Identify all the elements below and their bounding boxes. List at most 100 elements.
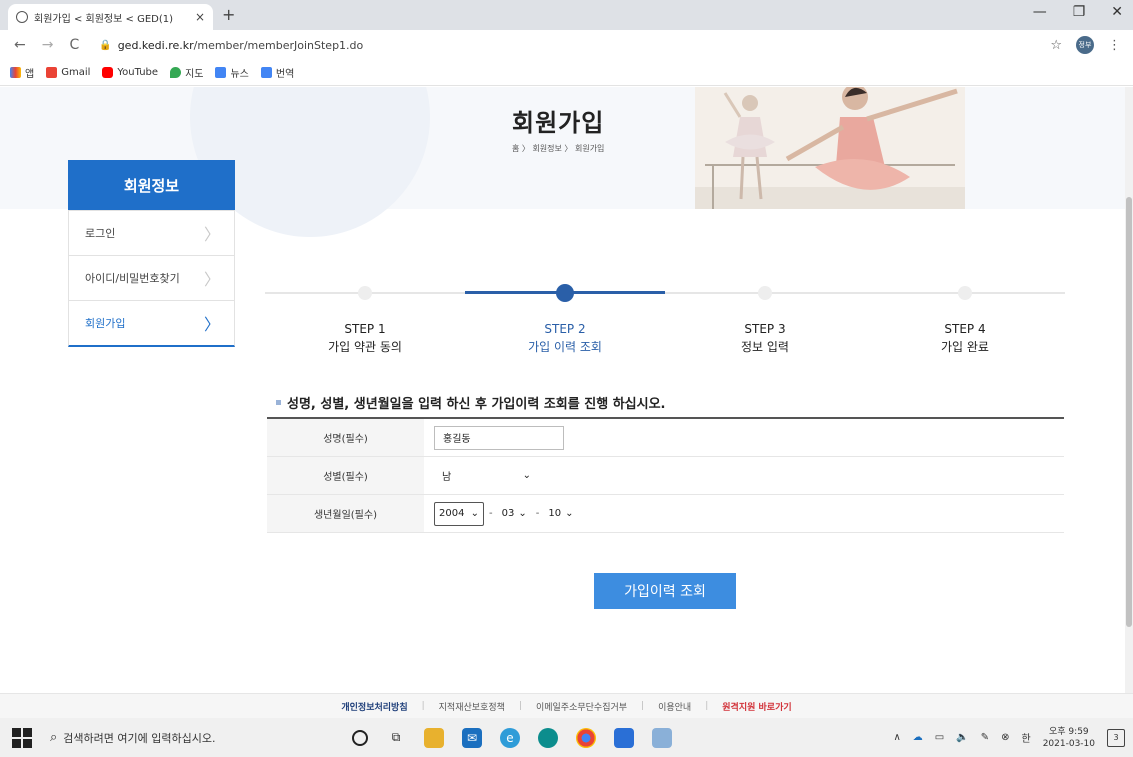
pen-icon[interactable]: ✎ xyxy=(981,732,989,743)
step-4-dot xyxy=(958,286,972,300)
step-3-label: STEP 3 정보 입력 xyxy=(741,322,789,354)
dob-month-select[interactable]: 03 ⌄ xyxy=(498,502,531,526)
reload-icon[interactable]: C xyxy=(69,37,79,53)
sidebar-menu: 로그인 〉 아이디/비밀번호찾기 〉 회원가입 〉 xyxy=(68,210,235,347)
tab-close-icon[interactable]: × xyxy=(195,10,205,24)
clock[interactable]: 오후 9:59 2021-03-10 xyxy=(1043,726,1095,750)
bookmark-star-icon[interactable]: ☆ xyxy=(1050,38,1062,53)
ballet-illustration xyxy=(695,87,965,209)
taskbar: ⌕ 검색하려면 여기에 입력하십시오. ⧉ ✉ e ∧ ☁ ▭ 🔈 ✎ ⊗ 한 … xyxy=(0,718,1133,757)
task-view-icon[interactable]: ⧉ xyxy=(386,728,406,748)
chevron-down-icon: ⌄ xyxy=(518,508,527,519)
paint-icon[interactable] xyxy=(652,727,672,748)
menu-kebab-icon[interactable]: ⋮ xyxy=(1108,38,1121,53)
name-label: 성명(필수) xyxy=(267,419,424,456)
dob-year-select[interactable]: 2004 ⌄ xyxy=(434,501,484,526)
system-tray: ∧ ☁ ▭ 🔈 ✎ ⊗ 한 오후 9:59 2021-03-10 3 xyxy=(893,718,1125,757)
sidebar-item-label: 회원가입 xyxy=(85,317,126,330)
new-tab-button[interactable]: + xyxy=(222,5,235,24)
gmail-icon xyxy=(46,67,58,78)
dob-label: 생년월일(필수) xyxy=(267,495,424,532)
disabled-icon[interactable]: ⊗ xyxy=(1001,732,1009,743)
maximize-icon[interactable]: ❐ xyxy=(1073,4,1086,20)
chevron-right-icon: 〉 xyxy=(203,315,220,334)
address-bar: ← → C 🔒 ged.kedi.re.kr/member/memberJoin… xyxy=(0,30,1133,60)
taskbar-search[interactable]: ⌕ 검색하려면 여기에 입력하십시오. xyxy=(50,718,330,757)
news-icon xyxy=(215,67,227,78)
cloud-icon[interactable]: ☁ xyxy=(913,732,923,743)
search-icon: ⌕ xyxy=(50,730,58,745)
ie-icon[interactable]: e xyxy=(500,727,520,748)
file-explorer-icon[interactable] xyxy=(424,727,444,748)
step-track xyxy=(265,292,1065,294)
browser-tab-bar: 회원가입 < 회원정보 < GED(1) × + — ❐ ✕ xyxy=(0,0,1133,30)
bullet-icon xyxy=(276,400,281,405)
footer-link-remote-support[interactable]: 원격지원 바로가기 xyxy=(722,700,791,713)
chevron-up-icon[interactable]: ∧ xyxy=(893,732,900,743)
step-4-label: STEP 4 가입 완료 xyxy=(941,322,989,354)
volume-icon[interactable]: 🔈 xyxy=(956,732,968,743)
step-2-label: STEP 2 가입 이력 조회 xyxy=(528,322,602,354)
form-instruction: 성명, 성별, 생년월일을 입력 하신 후 가입이력 조회를 진행 하십시오. xyxy=(276,393,665,412)
page-content: 회원가입 홈 〉 회원정보 〉 회원가입 회원정보 로그인 〉 아이디/비밀번호… xyxy=(0,87,1133,693)
page-scrollbar[interactable] xyxy=(1125,87,1133,693)
edge-icon[interactable] xyxy=(538,727,558,748)
bookmark-news[interactable]: 뉴스 xyxy=(215,65,249,80)
chevron-down-icon: ⌄ xyxy=(522,470,531,481)
notification-icon[interactable]: 3 xyxy=(1107,728,1125,747)
footer-link-email-refusal[interactable]: 이메일주소무단수집거부 xyxy=(536,700,627,713)
bookmark-gmail[interactable]: Gmail xyxy=(46,67,90,78)
lock-icon[interactable]: 🔒 xyxy=(99,40,111,51)
maps-pin-icon xyxy=(170,67,182,78)
history-lookup-button[interactable]: 가입이력 조회 xyxy=(594,573,736,609)
footer-link-privacy[interactable]: 개인정보처리방침 xyxy=(341,700,407,713)
mail-icon[interactable]: ✉ xyxy=(462,727,482,748)
app-icon[interactable] xyxy=(614,727,634,748)
bookmark-apps[interactable]: 앱 xyxy=(10,65,34,80)
sidebar-heading: 회원정보 xyxy=(68,160,235,210)
lookup-form: 성명(필수) 홍길동 성별(필수) 남 ⌄ 생년월일(필수) 2004 ⌄ - xyxy=(267,417,1064,533)
forward-icon[interactable]: → xyxy=(42,37,54,53)
scrollbar-thumb[interactable] xyxy=(1126,197,1132,627)
bookmark-youtube[interactable]: YouTube xyxy=(102,67,158,78)
gender-label: 성별(필수) xyxy=(267,457,424,494)
dob-day-select[interactable]: 10 ⌄ xyxy=(544,502,577,526)
browser-tab[interactable]: 회원가입 < 회원정보 < GED(1) × xyxy=(8,4,213,30)
windows-start-icon[interactable] xyxy=(12,727,32,748)
breadcrumb: 홈 〉 회원정보 〉 회원가입 xyxy=(512,144,605,153)
ime-indicator[interactable]: 한 xyxy=(1021,730,1030,745)
cortana-icon[interactable] xyxy=(352,729,368,746)
form-row-name: 성명(필수) 홍길동 xyxy=(267,419,1064,457)
url-field[interactable]: ged.kedi.re.kr/member/memberJoinStep1.do xyxy=(118,39,364,52)
form-row-dob: 생년월일(필수) 2004 ⌄ - 03 ⌄ - 10 ⌄ xyxy=(267,495,1064,533)
close-window-icon[interactable]: ✕ xyxy=(1111,4,1123,20)
footer-link-guide[interactable]: 이용안내 xyxy=(658,700,691,713)
chrome-icon[interactable] xyxy=(576,727,596,748)
apps-grid-icon xyxy=(10,67,21,78)
sidebar-item-join[interactable]: 회원가입 〉 xyxy=(69,300,234,345)
footer-link-ip-policy[interactable]: 지적재산보호정책 xyxy=(439,700,505,713)
step-progress: STEP 1 가입 약관 동의 STEP 2 가입 이력 조회 STEP 3 정보 입… xyxy=(265,282,1065,362)
bookmark-translate[interactable]: 번역 xyxy=(260,65,294,80)
page-title: 회원가입 xyxy=(512,109,605,137)
bookmark-maps[interactable]: 지도 xyxy=(170,65,203,80)
profile-avatar[interactable]: 정부 xyxy=(1076,36,1094,54)
form-row-gender: 성별(필수) 남 ⌄ xyxy=(267,457,1064,495)
step-1-dot xyxy=(358,286,372,300)
chevron-down-icon: ⌄ xyxy=(470,508,479,519)
sidebar-item-find-id-password[interactable]: 아이디/비밀번호찾기 〉 xyxy=(69,255,234,300)
bookmarks-bar: 앱 Gmail YouTube 지도 뉴스 번역 xyxy=(0,60,1133,86)
sidebar-item-login[interactable]: 로그인 〉 xyxy=(69,210,234,255)
minimize-icon[interactable]: — xyxy=(1033,4,1047,20)
sidebar-item-label: 로그인 xyxy=(85,227,116,240)
youtube-icon xyxy=(102,67,114,78)
sidebar-item-label: 아이디/비밀번호찾기 xyxy=(85,272,180,285)
battery-icon[interactable]: ▭ xyxy=(935,732,944,743)
step-3-dot xyxy=(758,286,772,300)
tab-title: 회원가입 < 회원정보 < GED(1) xyxy=(34,13,174,25)
back-icon[interactable]: ← xyxy=(14,37,26,53)
step-1-label: STEP 1 가입 약관 동의 xyxy=(328,322,402,354)
gender-select[interactable]: 남 ⌄ xyxy=(434,464,539,488)
site-footer: 개인정보처리방침 | 지적재산보호정책 | 이메일주소무단수집거부 | 이용안내… xyxy=(0,693,1133,718)
name-input[interactable]: 홍길동 xyxy=(434,425,564,450)
